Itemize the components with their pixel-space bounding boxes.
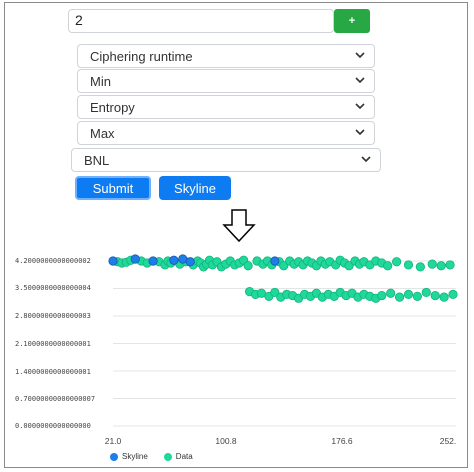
data-point bbox=[430, 290, 440, 301]
skyline-point bbox=[270, 256, 280, 266]
chart-legend: Skyline Data bbox=[110, 452, 193, 461]
data-point bbox=[427, 259, 437, 269]
data-point bbox=[383, 261, 393, 271]
data-point bbox=[415, 262, 425, 272]
data-point bbox=[436, 261, 446, 271]
data-point bbox=[445, 260, 455, 270]
data-point bbox=[394, 292, 405, 302]
data-point bbox=[403, 260, 414, 270]
skyline-point bbox=[130, 254, 140, 264]
data-point bbox=[243, 261, 253, 271]
data-point bbox=[392, 257, 402, 267]
skyline-point bbox=[169, 255, 179, 265]
data-point bbox=[403, 289, 414, 299]
legend-skyline-label: Skyline bbox=[122, 452, 148, 461]
legend-data-marker bbox=[163, 452, 172, 461]
scatter-plot bbox=[108, 254, 458, 427]
data-point bbox=[439, 292, 449, 302]
legend-skyline-marker bbox=[110, 452, 118, 461]
data-point bbox=[421, 287, 431, 298]
data-point bbox=[448, 289, 458, 299]
skyline-point bbox=[108, 256, 118, 266]
legend-data-label: Data bbox=[175, 452, 193, 461]
data-point bbox=[386, 288, 396, 298]
skyline-point bbox=[185, 257, 195, 267]
data-point bbox=[412, 291, 422, 301]
skyline-point bbox=[148, 256, 158, 266]
data-point bbox=[377, 290, 387, 301]
